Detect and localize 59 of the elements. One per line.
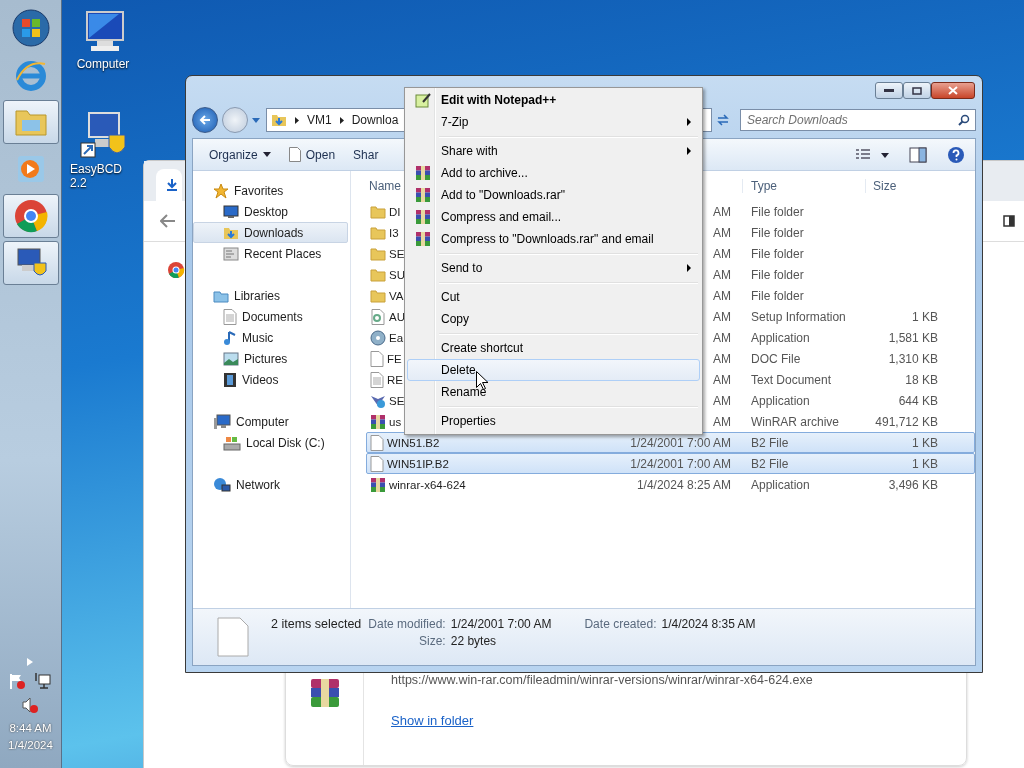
file-name: us: [389, 415, 402, 428]
size-cell-text: 1 KB: [911, 456, 939, 471]
file-name: DI: [389, 205, 401, 218]
file-name: SU: [389, 268, 405, 281]
size-cell-text: 644 KB: [897, 393, 939, 408]
date-cell: AM: [713, 351, 731, 366]
file-name: WIN51.B2: [387, 436, 440, 449]
date-cell: AM: [713, 393, 731, 408]
file-name: Ea: [389, 331, 404, 344]
file-name: FE: [387, 352, 402, 365]
date-cell: AM: [713, 309, 731, 324]
file-name: RE: [387, 373, 403, 386]
date-cell: AM: [713, 330, 731, 345]
type-cell-text: B2 File: [750, 456, 790, 471]
type-cell-text: Text Document: [750, 372, 833, 387]
type-cell-text: Setup Information: [750, 309, 847, 324]
size-cell-text: 3,496 KB: [887, 477, 939, 492]
type-cell-text: File folder: [750, 246, 805, 261]
type-cell-text: Application: [750, 330, 811, 345]
type-cell-text: B2 File: [750, 435, 790, 450]
detail-label: Size:: [418, 634, 446, 648]
date-cell: AM: [713, 372, 731, 387]
file-name: winrar-x64-624: [389, 478, 466, 491]
detail-value: 1/4/2024 8:35 AM: [661, 617, 756, 631]
date-cell: 1/24/2001 7:00 AM: [630, 435, 731, 450]
type-cell-text: DOC File: [750, 351, 802, 366]
file-name: SE: [389, 247, 405, 260]
size-cell-text: 1 KB: [911, 435, 939, 450]
size-cell-text: 1,310 KB: [887, 351, 939, 366]
file-name: AU: [389, 310, 405, 323]
date-cell: AM: [713, 267, 731, 282]
size-cell-text: 1,581 KB: [887, 330, 939, 345]
type-cell-text: File folder: [750, 267, 805, 282]
date-cell: 1/24/2001 7:00 AM: [630, 456, 731, 471]
type-cell-text: Application: [750, 393, 811, 408]
date-cell: AM: [713, 246, 731, 261]
download-url: https://www.win-rar.com/fileadmin/winrar-versions/winrar/winrar-x64-624.exe: [391, 673, 813, 687]
file-name: WIN51IP.B2: [387, 457, 449, 470]
selection-summary: 2 items selected: [271, 617, 362, 631]
type-cell-text: File folder: [750, 288, 805, 303]
file-name: I3: [389, 226, 399, 239]
size-cell-text: 1 KB: [911, 309, 939, 324]
date-cell: AM: [713, 414, 731, 429]
detail-label: Date created:: [584, 617, 657, 631]
date-cell: AM: [713, 225, 731, 240]
file-name: SE: [389, 394, 405, 407]
size-cell-text: 491,712 KB: [874, 414, 939, 429]
date-cell: AM: [713, 288, 731, 303]
type-cell-text: File folder: [750, 204, 805, 219]
date-cell: AM: [713, 204, 731, 219]
size-cell-text: 18 KB: [904, 372, 939, 387]
detail-value: 22 bytes: [450, 634, 498, 648]
type-cell-text: Application: [750, 477, 811, 492]
detail-label: Date modified:: [368, 617, 446, 631]
date-cell: 1/4/2024 8:25 AM: [636, 477, 731, 492]
detail-value: 1/24/2001 7:00 AM: [450, 617, 552, 631]
type-cell-text: File folder: [750, 225, 805, 240]
file-name: VA: [389, 289, 404, 302]
type-cell-text: WinRAR archive: [750, 414, 841, 429]
